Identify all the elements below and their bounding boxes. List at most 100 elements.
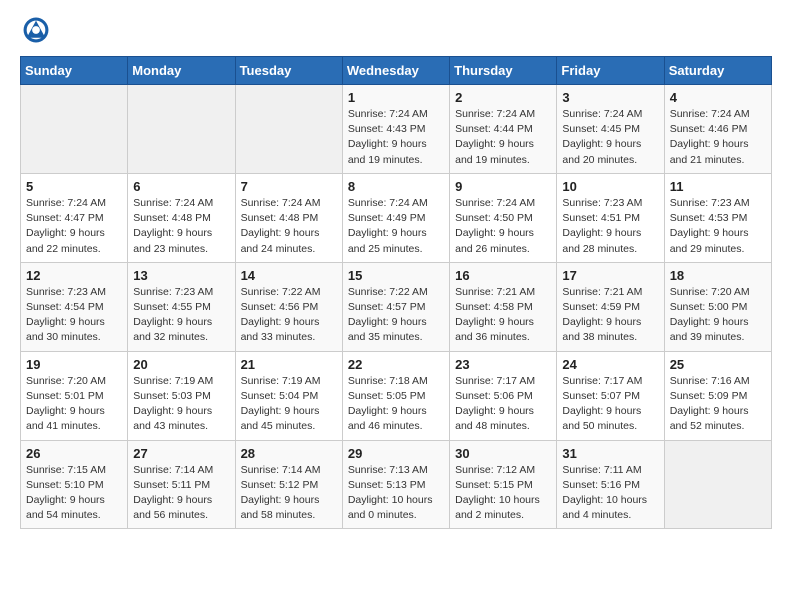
day-number: 19 <box>26 357 122 372</box>
day-info: Sunrise: 7:19 AMSunset: 5:03 PMDaylight:… <box>133 374 229 435</box>
day-cell: 15 Sunrise: 7:22 AMSunset: 4:57 PMDayligh… <box>342 262 449 351</box>
day-cell <box>128 85 235 174</box>
day-number: 26 <box>26 446 122 461</box>
day-info: Sunrise: 7:16 AMSunset: 5:09 PMDaylight:… <box>670 374 766 435</box>
day-info: Sunrise: 7:22 AMSunset: 4:56 PMDaylight:… <box>241 285 337 346</box>
day-number: 10 <box>562 179 658 194</box>
week-row-1: 1 Sunrise: 7:24 AMSunset: 4:43 PMDaylight… <box>21 85 772 174</box>
day-info: Sunrise: 7:24 AMSunset: 4:45 PMDaylight:… <box>562 107 658 168</box>
day-info: Sunrise: 7:20 AMSunset: 5:01 PMDaylight:… <box>26 374 122 435</box>
day-info: Sunrise: 7:14 AMSunset: 5:12 PMDaylight:… <box>241 463 337 524</box>
day-info: Sunrise: 7:24 AMSunset: 4:48 PMDaylight:… <box>133 196 229 257</box>
day-cell <box>21 85 128 174</box>
day-info: Sunrise: 7:24 AMSunset: 4:48 PMDaylight:… <box>241 196 337 257</box>
day-cell: 25 Sunrise: 7:16 AMSunset: 5:09 PMDayligh… <box>664 351 771 440</box>
day-number: 30 <box>455 446 551 461</box>
day-number: 8 <box>348 179 444 194</box>
day-info: Sunrise: 7:15 AMSunset: 5:10 PMDaylight:… <box>26 463 122 524</box>
day-cell: 13Sunrise: 7:23 AMSunset: 4:55 PMDayligh… <box>128 262 235 351</box>
day-number: 29 <box>348 446 444 461</box>
weekday-header-row: SundayMondayTuesdayWednesdayThursdayFrid… <box>21 57 772 85</box>
day-cell: 3 Sunrise: 7:24 AMSunset: 4:45 PMDaylight… <box>557 85 664 174</box>
day-info: Sunrise: 7:22 AMSunset: 4:57 PMDaylight:… <box>348 285 444 346</box>
day-info: Sunrise: 7:17 AMSunset: 5:07 PMDaylight:… <box>562 374 658 435</box>
logo <box>20 16 54 44</box>
day-cell: 5Sunrise: 7:24 AMSunset: 4:47 PMDaylight… <box>21 173 128 262</box>
day-cell: 11 Sunrise: 7:23 AMSunset: 4:53 PMDayligh… <box>664 173 771 262</box>
day-info: Sunrise: 7:24 AMSunset: 4:46 PMDaylight:… <box>670 107 766 168</box>
day-cell <box>664 440 771 529</box>
day-info: Sunrise: 7:21 AMSunset: 4:59 PMDaylight:… <box>562 285 658 346</box>
day-cell: 8 Sunrise: 7:24 AMSunset: 4:49 PMDaylight… <box>342 173 449 262</box>
day-number: 18 <box>670 268 766 283</box>
logo-icon <box>22 16 50 44</box>
weekday-header-wednesday: Wednesday <box>342 57 449 85</box>
day-cell: 24 Sunrise: 7:17 AMSunset: 5:07 PMDayligh… <box>557 351 664 440</box>
day-number: 5 <box>26 179 122 194</box>
day-cell: 20 Sunrise: 7:19 AMSunset: 5:03 PMDayligh… <box>128 351 235 440</box>
day-number: 9 <box>455 179 551 194</box>
day-cell: 14 Sunrise: 7:22 AMSunset: 4:56 PMDayligh… <box>235 262 342 351</box>
week-row-5: 26 Sunrise: 7:15 AMSunset: 5:10 PMDayligh… <box>21 440 772 529</box>
day-cell: 31 Sunrise: 7:11 AMSunset: 5:16 PMDayligh… <box>557 440 664 529</box>
weekday-header-tuesday: Tuesday <box>235 57 342 85</box>
day-cell: 9 Sunrise: 7:24 AMSunset: 4:50 PMDaylight… <box>450 173 557 262</box>
day-number: 21 <box>241 357 337 372</box>
day-info: Sunrise: 7:17 AMSunset: 5:06 PMDaylight:… <box>455 374 551 435</box>
day-info: Sunrise: 7:24 AMSunset: 4:50 PMDaylight:… <box>455 196 551 257</box>
weekday-header-sunday: Sunday <box>21 57 128 85</box>
day-cell: 16Sunrise: 7:21 AMSunset: 4:58 PMDayligh… <box>450 262 557 351</box>
day-info: Sunrise: 7:20 AMSunset: 5:00 PMDaylight:… <box>670 285 766 346</box>
day-number: 22 <box>348 357 444 372</box>
day-number: 4 <box>670 90 766 105</box>
calendar-table: SundayMondayTuesdayWednesdayThursdayFrid… <box>20 56 772 529</box>
day-info: Sunrise: 7:23 AMSunset: 4:54 PMDaylight:… <box>26 285 122 346</box>
day-number: 11 <box>670 179 766 194</box>
day-info: Sunrise: 7:23 AMSunset: 4:53 PMDaylight:… <box>670 196 766 257</box>
weekday-header-friday: Friday <box>557 57 664 85</box>
day-cell <box>235 85 342 174</box>
day-number: 25 <box>670 357 766 372</box>
day-number: 15 <box>348 268 444 283</box>
day-number: 14 <box>241 268 337 283</box>
day-cell: 2 Sunrise: 7:24 AMSunset: 4:44 PMDaylight… <box>450 85 557 174</box>
day-number: 17 <box>562 268 658 283</box>
day-info: Sunrise: 7:23 AMSunset: 4:51 PMDaylight:… <box>562 196 658 257</box>
day-cell: 30 Sunrise: 7:12 AMSunset: 5:15 PMDayligh… <box>450 440 557 529</box>
day-cell: 7 Sunrise: 7:24 AMSunset: 4:48 PMDaylight… <box>235 173 342 262</box>
week-row-3: 12 Sunrise: 7:23 AMSunset: 4:54 PMDayligh… <box>21 262 772 351</box>
day-number: 3 <box>562 90 658 105</box>
day-cell: 26 Sunrise: 7:15 AMSunset: 5:10 PMDayligh… <box>21 440 128 529</box>
weekday-header-thursday: Thursday <box>450 57 557 85</box>
day-info: Sunrise: 7:23 AMSunset: 4:55 PMDaylight:… <box>133 285 229 346</box>
day-cell: 28 Sunrise: 7:14 AMSunset: 5:12 PMDayligh… <box>235 440 342 529</box>
day-info: Sunrise: 7:24 AMSunset: 4:43 PMDaylight:… <box>348 107 444 168</box>
day-number: 24 <box>562 357 658 372</box>
day-info: Sunrise: 7:11 AMSunset: 5:16 PMDaylight:… <box>562 463 658 524</box>
day-info: Sunrise: 7:24 AMSunset: 4:49 PMDaylight:… <box>348 196 444 257</box>
day-cell: 27Sunrise: 7:14 AMSunset: 5:11 PMDayligh… <box>128 440 235 529</box>
week-row-4: 19 Sunrise: 7:20 AMSunset: 5:01 PMDayligh… <box>21 351 772 440</box>
day-number: 12 <box>26 268 122 283</box>
day-cell: 18 Sunrise: 7:20 AMSunset: 5:00 PMDayligh… <box>664 262 771 351</box>
day-number: 1 <box>348 90 444 105</box>
day-cell: 1 Sunrise: 7:24 AMSunset: 4:43 PMDaylight… <box>342 85 449 174</box>
day-cell: 6 Sunrise: 7:24 AMSunset: 4:48 PMDaylight… <box>128 173 235 262</box>
day-number: 23 <box>455 357 551 372</box>
day-number: 7 <box>241 179 337 194</box>
day-number: 2 <box>455 90 551 105</box>
day-number: 20 <box>133 357 229 372</box>
day-number: 16 <box>455 268 551 283</box>
day-number: 31 <box>562 446 658 461</box>
week-row-2: 5Sunrise: 7:24 AMSunset: 4:47 PMDaylight… <box>21 173 772 262</box>
weekday-header-monday: Monday <box>128 57 235 85</box>
day-info: Sunrise: 7:12 AMSunset: 5:15 PMDaylight:… <box>455 463 551 524</box>
day-info: Sunrise: 7:18 AMSunset: 5:05 PMDaylight:… <box>348 374 444 435</box>
day-cell: 29Sunrise: 7:13 AMSunset: 5:13 PMDayligh… <box>342 440 449 529</box>
day-info: Sunrise: 7:24 AMSunset: 4:44 PMDaylight:… <box>455 107 551 168</box>
day-number: 28 <box>241 446 337 461</box>
day-cell: 22 Sunrise: 7:18 AMSunset: 5:05 PMDayligh… <box>342 351 449 440</box>
day-info: Sunrise: 7:19 AMSunset: 5:04 PMDaylight:… <box>241 374 337 435</box>
day-cell: 10 Sunrise: 7:23 AMSunset: 4:51 PMDayligh… <box>557 173 664 262</box>
day-number: 6 <box>133 179 229 194</box>
